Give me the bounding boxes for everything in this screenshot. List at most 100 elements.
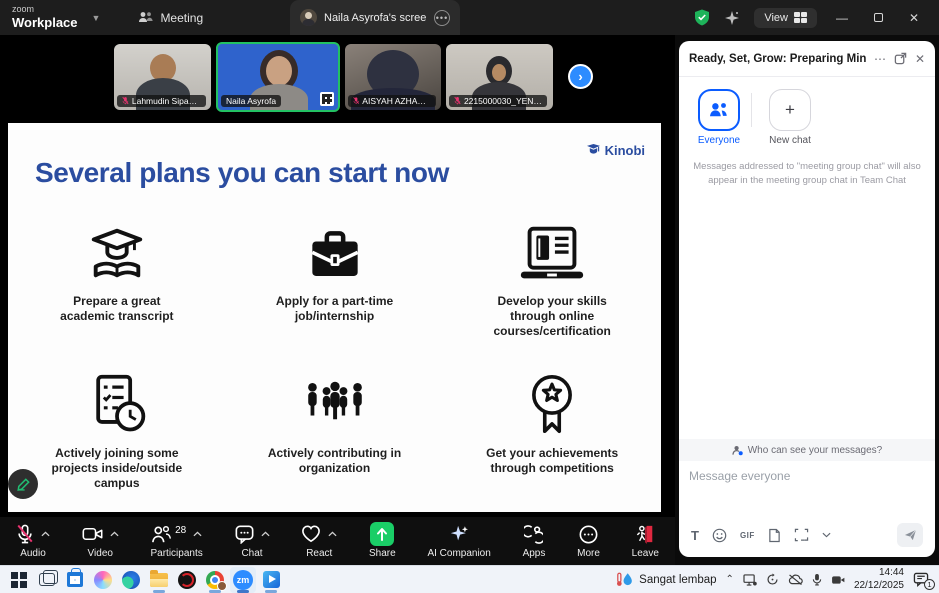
text-format-icon[interactable]: T xyxy=(691,528,699,543)
chevron-down-icon[interactable]: ▼ xyxy=(92,13,101,23)
plan-label: Actively joining some projects inside/ou… xyxy=(51,446,182,491)
chevron-up-icon[interactable] xyxy=(328,531,337,537)
briefcase-icon xyxy=(306,227,364,285)
tray-expand-icon[interactable]: ⌃ xyxy=(726,574,734,585)
emoji-icon[interactable] xyxy=(712,528,727,543)
chat-button[interactable]: Chat xyxy=(235,523,270,559)
file-attach-icon[interactable] xyxy=(768,528,781,543)
network-display-icon[interactable] xyxy=(743,574,757,586)
chat-close-icon[interactable]: ✕ xyxy=(915,52,925,66)
qr-code xyxy=(320,92,334,106)
task-view-button[interactable] xyxy=(34,567,60,593)
apps-button[interactable]: Apps xyxy=(523,523,546,559)
annotation-pencil-button[interactable] xyxy=(8,469,38,499)
media-player-button[interactable] xyxy=(258,567,284,593)
screenshot-icon[interactable] xyxy=(794,528,809,542)
main-area: Lahmudin Sipahutar . Naila Asyrofa AISYA… xyxy=(0,35,939,565)
tab-options-icon[interactable]: ••• xyxy=(434,10,450,26)
react-button[interactable]: React xyxy=(301,523,337,559)
camera-icon xyxy=(82,526,103,542)
plan-label: Develop your skills through online cours… xyxy=(493,294,610,339)
brand-workplace-label: Workplace xyxy=(12,15,78,30)
notification-center-button[interactable]: 1 xyxy=(913,572,929,587)
chat-menu-icon[interactable]: ⋯ xyxy=(874,52,886,66)
participant-name-badge: 2215000030_YENNY ... xyxy=(449,95,547,107)
ai-companion-button[interactable]: AI Companion xyxy=(427,523,490,559)
camera-tray-icon[interactable] xyxy=(831,575,845,585)
close-button[interactable]: ✕ xyxy=(903,11,925,25)
chat-message-list[interactable] xyxy=(679,188,935,439)
pop-out-icon[interactable] xyxy=(894,52,907,65)
clock-widget[interactable]: 14:44 22/12/2025 xyxy=(854,567,904,592)
participant-tile-active-speaker[interactable]: Naila Asyrofa xyxy=(216,42,340,112)
chevron-up-icon[interactable] xyxy=(261,531,270,537)
apps-icon xyxy=(524,525,543,544)
microsoft-store-button[interactable] xyxy=(62,567,88,593)
chrome-profile-avatar xyxy=(217,581,227,591)
chrome-icon xyxy=(206,571,224,589)
participant-tile[interactable]: 2215000030_YENNY ... xyxy=(446,44,553,110)
mic-muted-icon xyxy=(122,96,129,105)
chat-sidebar: Ready, Set, Grow: Preparing Mindset for … xyxy=(675,35,939,565)
participant-tile[interactable]: AISYAH AZHAR ADAM xyxy=(345,44,441,110)
copilot-button[interactable] xyxy=(90,567,116,593)
more-button[interactable]: More xyxy=(577,523,600,559)
leave-button[interactable]: Leave xyxy=(632,523,659,559)
start-button[interactable] xyxy=(6,567,32,593)
chat-target-row: Everyone + New chat xyxy=(679,77,935,148)
plan-label: Actively contributing in organization xyxy=(268,446,401,476)
chevron-up-icon[interactable] xyxy=(110,531,119,537)
participant-tile[interactable]: Lahmudin Sipahutar . xyxy=(114,44,211,110)
sparkle-icon[interactable] xyxy=(724,10,740,26)
minimize-button[interactable]: — xyxy=(831,11,853,25)
sync-icon[interactable] xyxy=(766,573,779,586)
participants-icon xyxy=(151,525,171,544)
checklist-clock-icon xyxy=(85,373,149,437)
meeting-toolbar: Audio Video 28 Participants xyxy=(0,517,675,565)
weather-widget[interactable]: Sangat lembap xyxy=(616,571,716,588)
gif-icon[interactable]: GIF xyxy=(740,531,755,540)
share-button[interactable]: Share xyxy=(369,523,396,559)
send-button[interactable] xyxy=(897,523,923,547)
plan-item: Apply for a part-time job/internship xyxy=(226,209,444,339)
chat-panel: Ready, Set, Grow: Preparing Mindset for … xyxy=(679,41,935,557)
chat-target-new-chat[interactable]: + New chat xyxy=(764,89,816,146)
zoom-app-icon: zm xyxy=(233,570,253,590)
privacy-person-icon xyxy=(732,445,743,456)
participants-button[interactable]: 28 Participants xyxy=(151,523,203,559)
participants-count: 28 xyxy=(175,525,186,536)
onedrive-paused-icon[interactable] xyxy=(788,574,803,585)
view-button[interactable]: View xyxy=(754,8,817,28)
plan-label: Get your achievements through competitio… xyxy=(486,446,618,476)
edge-button[interactable] xyxy=(118,567,144,593)
participant-name-badge: AISYAH AZHAR ADAM xyxy=(348,95,436,107)
red-app-button[interactable] xyxy=(174,567,200,593)
chevron-up-icon[interactable] xyxy=(193,531,202,537)
maximize-button[interactable] xyxy=(867,11,889,25)
privacy-bar[interactable]: Who can see your messages? xyxy=(679,439,935,461)
audio-button[interactable]: Audio xyxy=(16,523,50,559)
next-participants-button[interactable]: › xyxy=(568,64,593,89)
people-group-icon xyxy=(304,379,366,437)
chat-message-input[interactable] xyxy=(679,461,935,519)
tab-screen-share[interactable]: Naila Asyrofa's screen ••• xyxy=(290,0,460,35)
privacy-label: Who can see your messages? xyxy=(748,445,883,456)
avatar xyxy=(300,9,317,26)
zoom-app-button[interactable]: zm xyxy=(230,567,256,593)
file-explorer-button[interactable] xyxy=(146,567,172,593)
chevron-down-icon[interactable] xyxy=(822,532,831,538)
tab-meeting[interactable]: Meeting xyxy=(138,11,203,25)
plan-item: Develop your skills through online cours… xyxy=(443,209,661,339)
chevron-up-icon[interactable] xyxy=(41,531,50,537)
plan-item: Actively joining some projects inside/ou… xyxy=(8,361,226,491)
chat-bubble-icon xyxy=(235,525,254,544)
chrome-button[interactable] xyxy=(202,567,228,593)
laptop-courses-icon xyxy=(513,225,591,285)
app-brand[interactable]: zoom Workplace ▼ xyxy=(12,5,100,31)
chat-target-everyone[interactable]: Everyone xyxy=(693,89,745,146)
security-shield-icon[interactable] xyxy=(694,9,710,26)
video-filmstrip: Lahmudin Sipahutar . Naila Asyrofa AISYA… xyxy=(0,35,675,118)
video-button[interactable]: Video xyxy=(82,523,119,559)
microphone-tray-icon[interactable] xyxy=(812,573,822,586)
chat-notice: Messages addressed to "meeting group cha… xyxy=(679,160,935,188)
